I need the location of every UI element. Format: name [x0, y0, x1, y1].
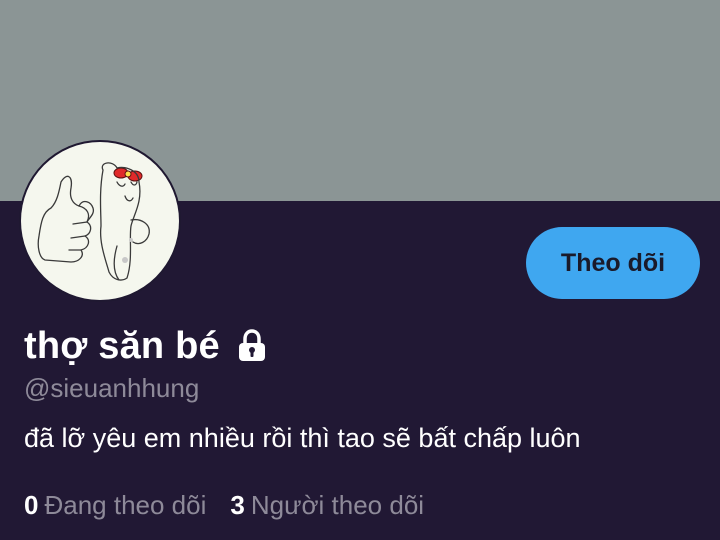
following-label: Đang theo dõi [44, 490, 207, 520]
display-name: thợ săn bé [24, 324, 220, 367]
followers-stat[interactable]: 3 Người theo dõi [230, 490, 424, 521]
following-stat[interactable]: 0 Đang theo dõi [24, 490, 206, 521]
username-handle: @sieuanhhung [24, 373, 200, 403]
lock-icon [236, 329, 268, 363]
follow-button[interactable]: Theo dõi [526, 227, 700, 299]
avatar-image [21, 142, 179, 300]
follow-stats: 0 Đang theo dõi 3 Người theo dõi [24, 490, 424, 521]
following-count: 0 [24, 490, 39, 520]
followers-count: 3 [230, 490, 245, 520]
followers-label: Người theo dõi [250, 490, 425, 520]
avatar[interactable] [19, 140, 181, 302]
profile-bio: đã lỡ yêu em nhiều rồi thì tao sẽ bất ch… [24, 423, 581, 453]
thumbs-up-cartoon-icon [37, 162, 150, 281]
name-row: thợ săn bé [24, 320, 268, 372]
